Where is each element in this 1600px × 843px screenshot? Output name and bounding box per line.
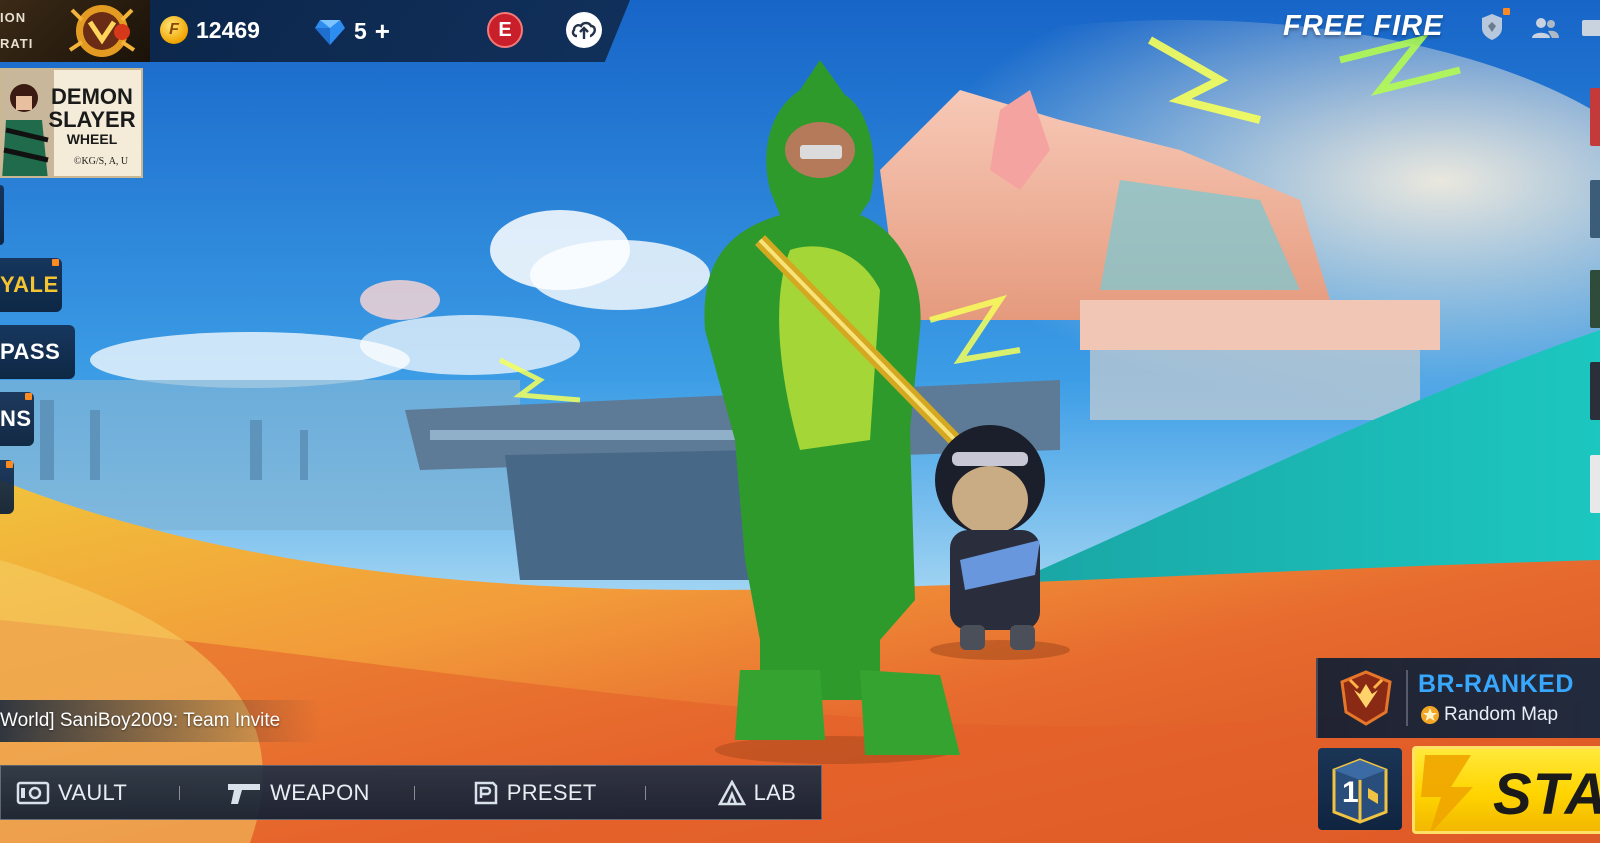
side-menu-battle-royale[interactable]: YALE bbox=[0, 258, 62, 312]
event-title-line3: WHEEL bbox=[66, 131, 118, 147]
side-menu-pass[interactable]: PASS bbox=[0, 325, 75, 379]
elite-pass-badge-icon: E bbox=[498, 18, 512, 41]
nav-divider bbox=[413, 785, 415, 800]
lightning-icon bbox=[1421, 755, 1473, 831]
friends-icon[interactable] bbox=[1530, 16, 1560, 40]
shield-icon[interactable] bbox=[1480, 12, 1504, 42]
edge-thumbnail[interactable] bbox=[1590, 180, 1600, 238]
map-star-icon bbox=[1421, 706, 1439, 724]
nav-divider bbox=[179, 785, 181, 800]
nav-label: VAULT bbox=[58, 779, 128, 805]
demon-slayer-wheel-banner[interactable]: DEMON SLAYER WHEEL ©KG/S, A, U bbox=[0, 68, 143, 178]
cloud-upload-icon bbox=[571, 21, 596, 39]
elite-pass-badge[interactable]: E bbox=[487, 12, 523, 48]
add-diamond-button[interactable]: + bbox=[375, 16, 390, 47]
edge-thumbnail[interactable] bbox=[1590, 270, 1600, 328]
game-mode-selector[interactable]: BR-RANKED Random Map bbox=[1316, 658, 1600, 738]
mode-map-label: Random Map bbox=[1444, 704, 1559, 725]
cloud-upload-button[interactable] bbox=[566, 12, 602, 48]
edge-thumbnail[interactable] bbox=[1590, 88, 1600, 146]
lab-button[interactable]: LAB bbox=[717, 779, 797, 806]
event-title-line2: SLAYER bbox=[48, 107, 136, 132]
vault-icon bbox=[16, 781, 50, 804]
diamond-amount: 5 bbox=[354, 18, 367, 44]
team-slot-crate-button[interactable]: 1 bbox=[1318, 748, 1402, 830]
side-menu-more[interactable] bbox=[0, 460, 14, 514]
event-copyright: ©KG/S, A, U bbox=[73, 156, 129, 167]
side-menu-label: PASS bbox=[0, 339, 61, 364]
diamond-currency[interactable]: 5 + bbox=[314, 16, 390, 47]
side-menu-label: NS bbox=[0, 406, 32, 431]
rank-text-bottom: RATI bbox=[0, 36, 34, 51]
edge-thumbnail[interactable] bbox=[1590, 362, 1600, 420]
start-label: STAR bbox=[1493, 762, 1600, 827]
rank-tile[interactable]: ION RATI bbox=[0, 0, 150, 62]
weapon-button[interactable]: WEAPON bbox=[226, 780, 370, 806]
preset-icon bbox=[474, 781, 497, 804]
shield-notification-dot bbox=[1503, 8, 1510, 15]
nav-label: LAB bbox=[753, 779, 797, 805]
notification-dot bbox=[25, 393, 32, 400]
edge-thumbnail[interactable] bbox=[1590, 455, 1600, 513]
mode-divider bbox=[1406, 670, 1408, 726]
crate-number: 1 bbox=[1342, 776, 1359, 809]
notification-dot bbox=[52, 259, 59, 266]
nav-label: PRESET bbox=[506, 779, 597, 805]
vault-button[interactable]: VAULT bbox=[16, 780, 127, 806]
mode-title: BR-RANKED bbox=[1418, 670, 1574, 698]
gold-coin-icon: F bbox=[160, 16, 188, 44]
nav-divider bbox=[644, 785, 646, 800]
bottom-navigation: VAULT WEAPON PRESET LAB bbox=[0, 765, 822, 820]
side-menu-partial[interactable] bbox=[0, 185, 4, 245]
preset-button[interactable]: PRESET bbox=[473, 780, 597, 806]
ranked-emblem-icon bbox=[1340, 670, 1392, 726]
gold-currency[interactable]: F 12469 bbox=[160, 16, 260, 44]
rank-badge-icon bbox=[68, 5, 136, 57]
mode-subtitle: Random Map bbox=[1420, 704, 1558, 726]
side-menu-events[interactable]: NS bbox=[0, 392, 34, 446]
start-button[interactable]: STAR bbox=[1412, 746, 1600, 834]
crate-icon bbox=[1332, 758, 1388, 824]
gold-amount: 12469 bbox=[196, 16, 260, 43]
notification-dot bbox=[6, 461, 13, 468]
mail-icon[interactable] bbox=[1582, 18, 1600, 38]
pistol-icon bbox=[228, 783, 261, 804]
chat-message-text: World] SaniBoy2009: Team Invite bbox=[0, 710, 281, 731]
nav-label: WEAPON bbox=[270, 779, 370, 805]
lab-icon bbox=[717, 779, 746, 805]
side-menu-label: YALE bbox=[0, 272, 59, 297]
game-logo: FREE FIRE bbox=[1283, 10, 1444, 42]
rank-text-top: ION bbox=[0, 10, 27, 25]
world-chat-message[interactable]: World] SaniBoy2009: Team Invite bbox=[0, 700, 320, 742]
diamond-icon bbox=[315, 19, 345, 45]
